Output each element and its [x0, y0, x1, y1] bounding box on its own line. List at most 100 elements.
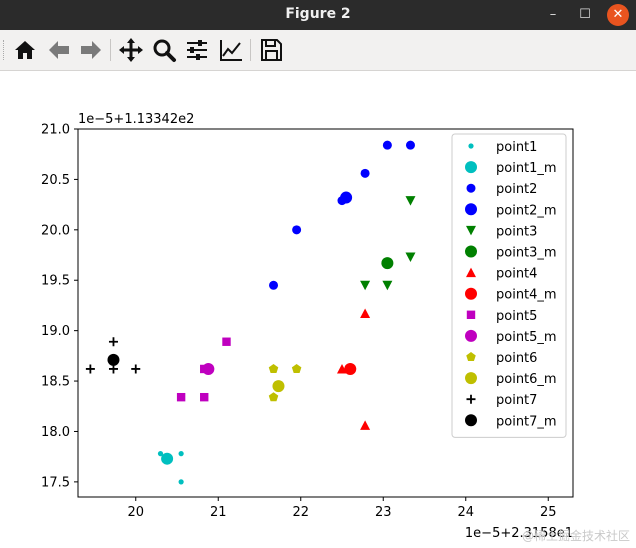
legend-marker — [465, 161, 477, 174]
legend-label: point2 — [496, 182, 537, 197]
navigation-toolbar — [0, 30, 636, 71]
save-button[interactable] — [258, 37, 284, 63]
y-tick-label: 17.5 — [41, 475, 70, 490]
legend-marker — [465, 329, 477, 342]
zoom-icon — [153, 39, 176, 62]
edit-axes-icon — [220, 40, 242, 61]
y-tick-label: 18.5 — [41, 375, 70, 390]
data-point — [176, 392, 186, 402]
data-point — [131, 364, 141, 374]
data-point — [268, 392, 279, 402]
watermark: @稀土掘金技术社区 — [521, 529, 630, 543]
legend-label: point4_m — [496, 288, 557, 303]
data-point — [200, 392, 209, 402]
legend-label: point6 — [496, 351, 537, 366]
series-point4_m — [344, 362, 357, 375]
toolbar-grip[interactable] — [3, 40, 6, 60]
data-point — [340, 191, 353, 204]
subplots-icon — [187, 40, 207, 60]
data-point — [360, 308, 371, 319]
y-tick-label: 19.0 — [41, 324, 70, 339]
subplots-button[interactable] — [184, 37, 210, 63]
data-point — [269, 280, 279, 290]
toolbar-separator — [110, 39, 111, 61]
x-tick-label: 25 — [540, 505, 557, 520]
x-tick-label: 22 — [292, 505, 309, 520]
data-point — [292, 225, 302, 235]
legend-box — [451, 133, 567, 438]
forward-arrow-icon — [81, 41, 101, 59]
data-point — [161, 452, 174, 465]
window-titlebar: Figure 2 – ☐ ✕ — [0, 0, 636, 30]
x-tick-label: 23 — [375, 505, 392, 520]
data-point — [360, 420, 371, 430]
y-axis: 17.5 18.0 18.5 19.0 19.5 20.0 20.5 21.0 — [41, 123, 78, 490]
legend-marker — [466, 310, 476, 319]
data-point — [107, 353, 120, 366]
data-point — [360, 168, 370, 178]
window-title: Figure 2 — [285, 6, 351, 22]
data-point — [85, 364, 95, 374]
legend-label: point3_m — [496, 246, 557, 261]
y-tick-label: 19.5 — [41, 274, 70, 289]
maximize-button[interactable]: ☐ — [574, 4, 596, 26]
series-point3_m — [381, 257, 394, 270]
home-button[interactable] — [12, 37, 38, 63]
forward-button[interactable] — [78, 37, 104, 63]
legend-label: point6_m — [496, 372, 557, 387]
series-point1_m — [161, 452, 174, 465]
data-point — [405, 140, 415, 150]
data-point — [405, 196, 416, 206]
data-point — [360, 280, 371, 291]
x-tick-label: 24 — [457, 505, 474, 520]
series-point7_m — [107, 353, 120, 366]
pan-button[interactable] — [118, 37, 144, 63]
data-point — [178, 479, 184, 485]
data-point — [291, 363, 302, 373]
zoom-button[interactable] — [151, 37, 177, 63]
legend-marker — [465, 203, 477, 216]
legend-label: point5_m — [496, 330, 557, 345]
x-tick-label: 20 — [127, 505, 144, 520]
save-icon — [261, 39, 282, 61]
y-tick-label: 18.0 — [41, 425, 70, 440]
y-tick-label: 20.0 — [41, 223, 70, 238]
back-button[interactable] — [46, 37, 72, 63]
data-point — [268, 363, 279, 373]
data-point — [272, 380, 285, 393]
toolbar-separator — [250, 39, 251, 61]
legend-label: point1_m — [496, 161, 557, 176]
scatter-chart: 20 21 22 23 24 25 17.5 18.0 18.5 19.0 19.5 20.0 20.… — [41, 112, 574, 541]
legend-label: point5 — [496, 309, 537, 324]
legend-label: point1 — [496, 140, 537, 155]
close-button[interactable]: ✕ — [607, 4, 629, 26]
x-axis: 20 21 22 23 24 25 — [127, 497, 557, 520]
data-point — [382, 280, 393, 291]
legend-marker — [468, 143, 474, 149]
data-point — [381, 257, 394, 270]
data-point — [108, 337, 118, 347]
x-tick-label: 21 — [210, 505, 227, 520]
series-point2 — [269, 140, 415, 290]
data-point — [382, 140, 392, 150]
pan-icon — [119, 38, 143, 62]
minimize-button[interactable]: – — [542, 4, 564, 26]
series-point6_m — [272, 380, 285, 393]
back-arrow-icon — [49, 41, 69, 59]
series-point5_m — [202, 362, 215, 375]
y-offset-label: 1e−5+1.13342e2 — [78, 112, 194, 127]
legend-label: point2_m — [496, 203, 557, 218]
data-point — [202, 362, 215, 375]
data-points — [85, 140, 416, 485]
legend-marker — [465, 245, 477, 258]
edit-axes-button[interactable] — [218, 37, 244, 63]
legend-marker — [466, 183, 476, 193]
legend-label: point7_m — [496, 414, 557, 429]
data-point — [178, 451, 184, 457]
legend-label: point3 — [496, 224, 537, 239]
legend: point1 point1_m point2 point2_m point3 point3… — [451, 133, 567, 438]
y-tick-label: 21.0 — [41, 123, 70, 138]
legend-marker — [465, 372, 477, 385]
legend-label: point4 — [496, 267, 537, 282]
series-point2_m — [340, 191, 353, 204]
